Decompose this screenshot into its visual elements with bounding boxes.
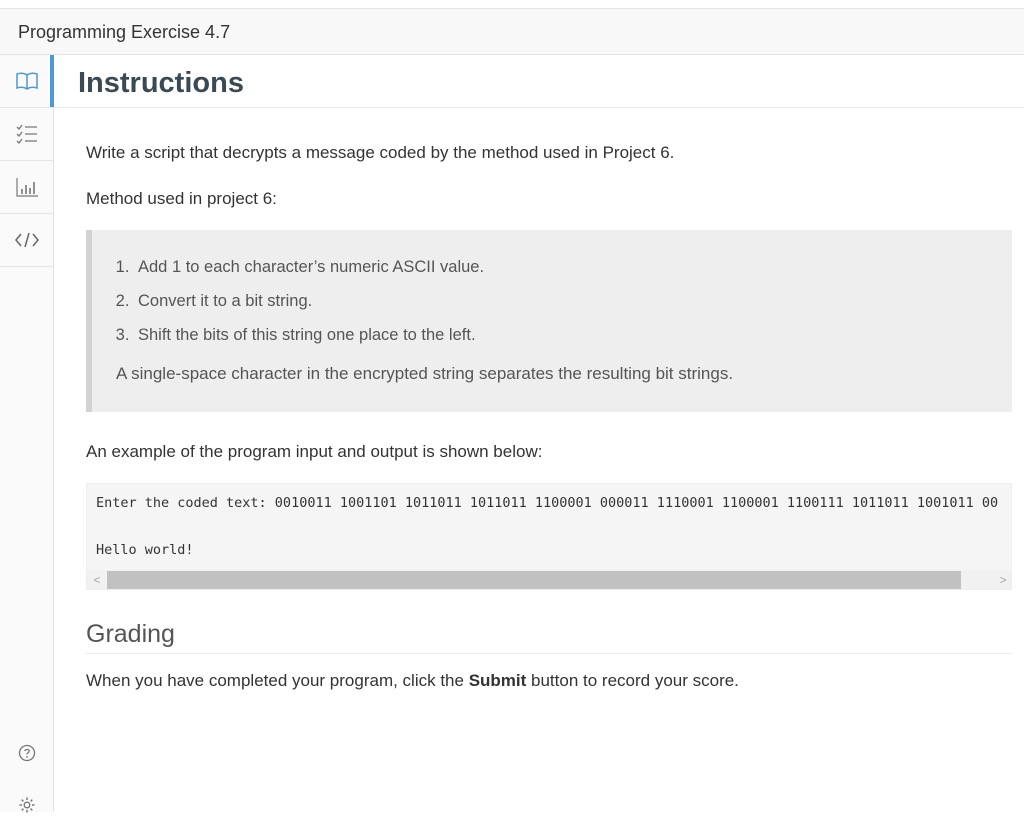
list-item: Convert it to a bit string.: [134, 284, 484, 318]
sidebar-item-instructions[interactable]: [0, 55, 54, 108]
main-content: Instructions Write a script that decrypt…: [54, 55, 1024, 812]
help-button[interactable]: [0, 733, 53, 773]
list-item: Shift the bits of this string one place …: [134, 318, 484, 352]
method-blockquote: Add 1 to each character’s numeric ASCII …: [86, 230, 1012, 412]
grading-text-after: button to record your score.: [526, 671, 739, 690]
horizontal-scrollbar[interactable]: < >: [87, 570, 1011, 589]
sidebar-item-tasks[interactable]: [0, 108, 53, 161]
checklist-icon: [15, 124, 39, 144]
code-input-line: Enter the coded text: 0010011 1001101 10…: [96, 495, 999, 511]
steps-list: Add 1 to each character’s numeric ASCII …: [124, 250, 484, 352]
book-icon: [15, 72, 39, 90]
help-icon: [18, 744, 36, 762]
scroll-left-icon[interactable]: <: [88, 571, 106, 589]
example-label: An example of the program input and outp…: [86, 442, 543, 461]
intro-text: Write a script that decrypts a message c…: [86, 143, 675, 162]
grading-text: When you have completed your program, cl…: [86, 671, 739, 691]
top-border: [0, 0, 1024, 9]
title-bar: Programming Exercise 4.7: [0, 9, 1024, 55]
settings-button[interactable]: [0, 785, 53, 825]
list-item: Add 1 to each character’s numeric ASCII …: [134, 250, 484, 284]
heading-divider: [54, 107, 1024, 108]
exercise-title: Programming Exercise 4.7: [18, 22, 231, 42]
sidebar: [0, 55, 54, 813]
sidebar-item-results[interactable]: [0, 161, 53, 214]
code-icon: [14, 231, 40, 249]
separator-note: A single-space character in the encrypte…: [116, 364, 734, 383]
scroll-right-icon[interactable]: >: [994, 571, 1011, 589]
example-code-block: Enter the coded text: 0010011 1001101 10…: [86, 483, 1012, 590]
grading-divider: [86, 653, 1012, 654]
sidebar-item-code[interactable]: [0, 214, 53, 267]
submit-keyword: Submit: [468, 671, 527, 690]
bar-chart-icon: [15, 177, 39, 197]
gear-icon: [18, 796, 36, 814]
grading-text-before: When you have completed your program, cl…: [86, 671, 469, 690]
code-output-line: Hello world!: [96, 542, 194, 558]
grading-heading: Grading: [86, 620, 175, 648]
method-label: Method used in project 6:: [86, 189, 277, 208]
scrollbar-thumb[interactable]: [107, 571, 961, 589]
page-title: Instructions: [78, 67, 244, 99]
